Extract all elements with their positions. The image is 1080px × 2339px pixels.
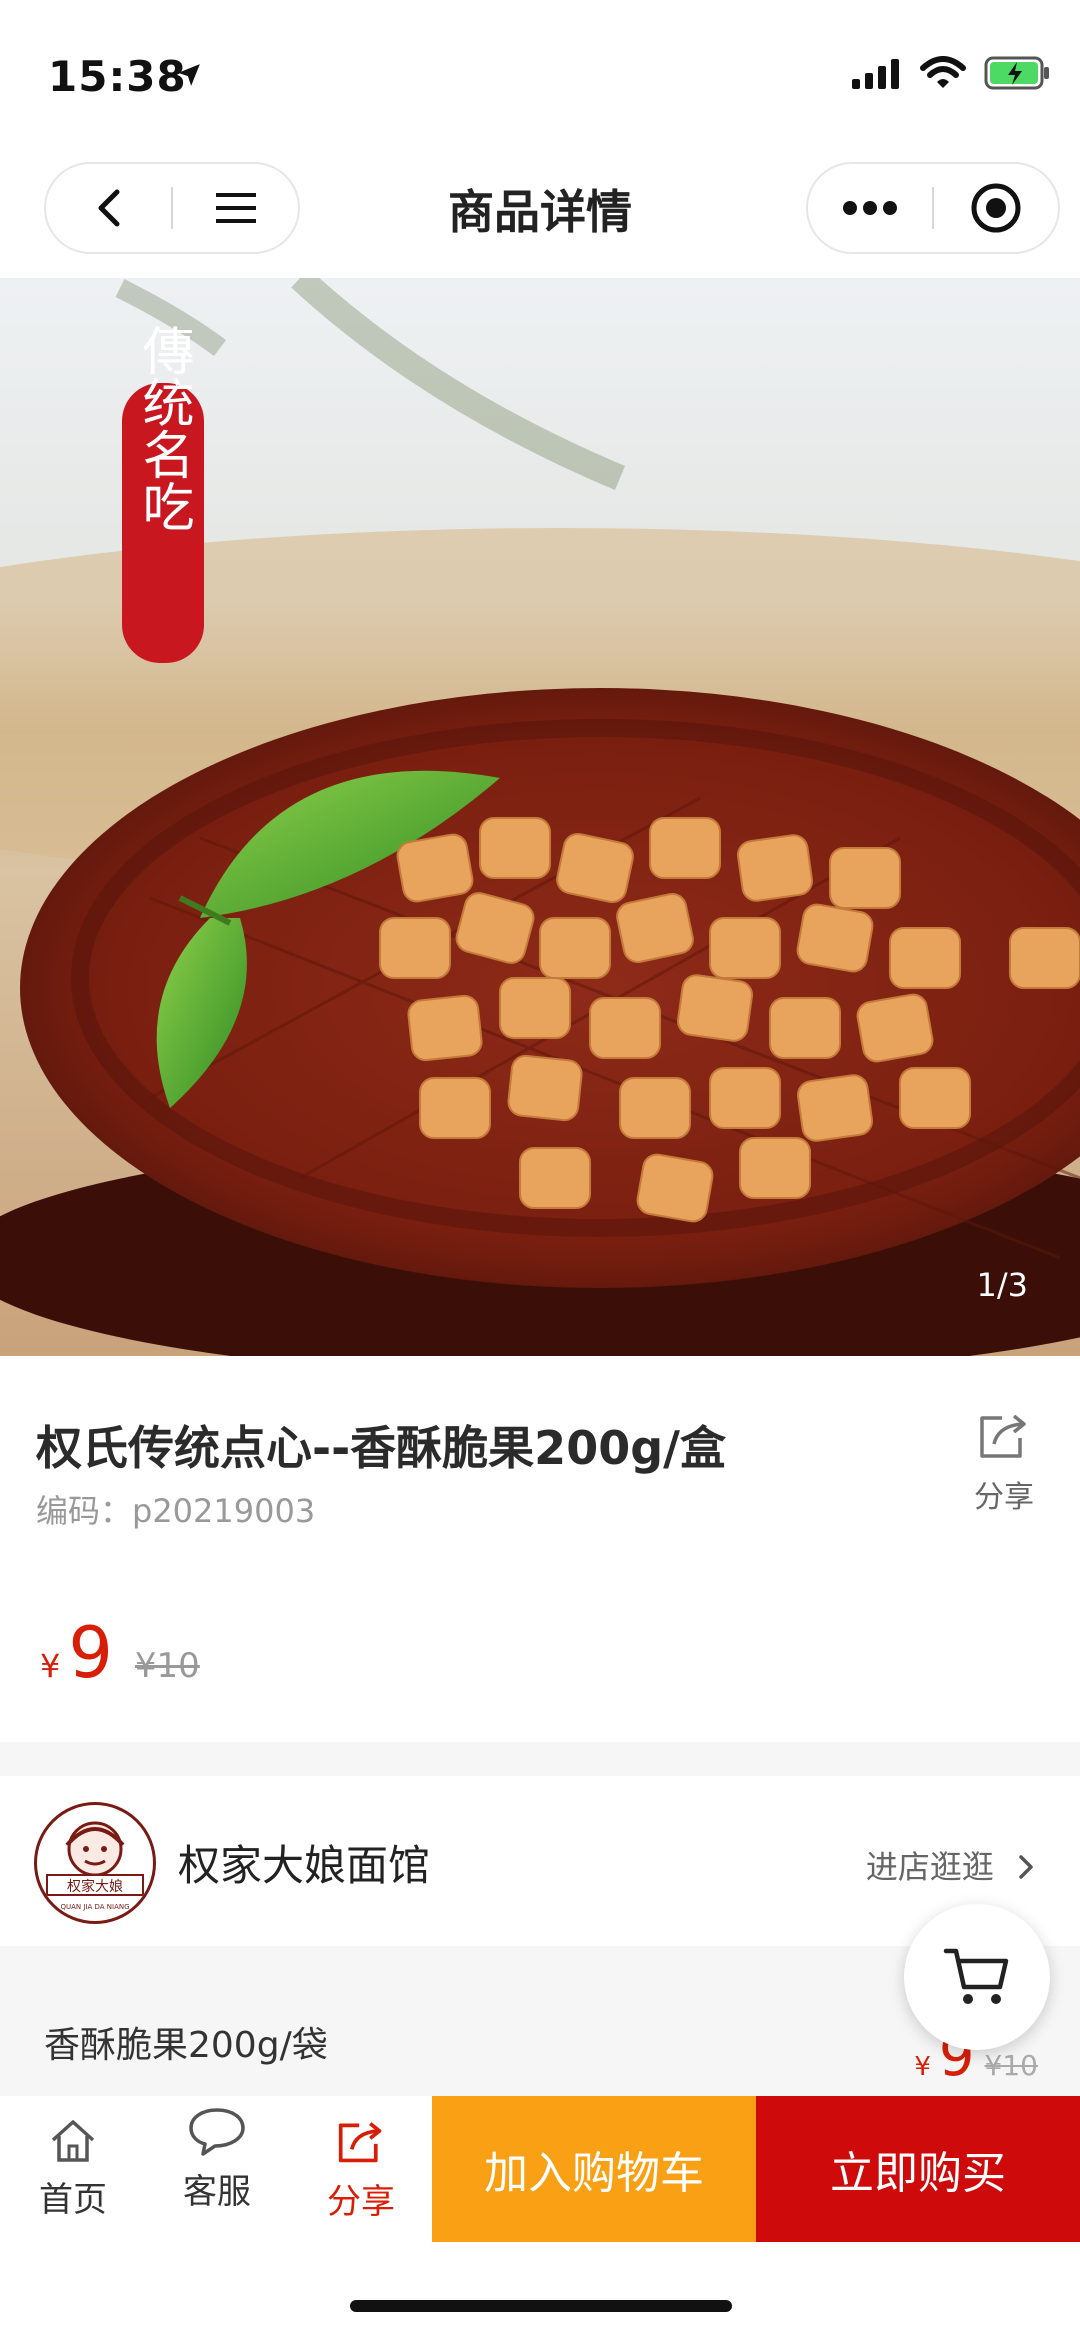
home-indicator[interactable] <box>350 2300 732 2312</box>
carousel-counter: 1/3 <box>976 1266 1029 1304</box>
add-to-cart-button[interactable]: 加入购物车 <box>432 2096 756 2242</box>
shop-logo: 权家大娘 QUAN JIA DA NIANG <box>34 1802 156 1924</box>
price-row: ¥ 9 ¥10 <box>40 1612 200 1694</box>
close-miniprogram-button[interactable] <box>934 164 1058 252</box>
product-code: 编码：p20219003 <box>36 1492 316 1530</box>
more-button[interactable] <box>808 164 932 252</box>
share-icon <box>338 2122 382 2163</box>
price-value: 9 <box>68 1612 113 1694</box>
product-info: 权氏传统点心--香酥脆果200g/盒 编码：p20219003 分享 ¥ 9 ¥… <box>0 1356 1080 1742</box>
status-indicators <box>852 56 1050 90</box>
buy-now-button[interactable]: 立即购买 <box>756 2096 1080 2242</box>
enter-shop-link[interactable]: 进店逛逛 <box>866 1842 1036 1888</box>
tab-customer-service-label: 客服 <box>183 2172 251 2212</box>
spec-original-price: ¥10 <box>984 2049 1038 2082</box>
product-image-carousel[interactable]: 傳统名吃 1/3 <box>0 278 1080 1356</box>
shop-logo-subtext: QUAN JIA DA NIANG <box>60 1903 129 1911</box>
shop-name: 权家大娘面馆 <box>178 1841 431 1890</box>
shop-logo-image: 权家大娘 QUAN JIA DA NIANG <box>46 1821 144 1911</box>
share-label: 分享 <box>974 1480 1034 1515</box>
product-photo: 傳统名吃 <box>0 278 1080 1356</box>
tab-share[interactable]: 分享 <box>306 2118 416 2223</box>
home-icon <box>51 2120 95 2162</box>
price-currency: ¥ <box>40 1647 61 1685</box>
cart-icon <box>943 1948 1009 2004</box>
nav-capsule-right <box>806 162 1060 254</box>
share-button[interactable]: 分享 <box>964 1410 1044 1516</box>
hero-badge-text: 傳统名吃 <box>133 324 194 532</box>
tab-customer-service[interactable]: 客服 <box>162 2106 272 2213</box>
chat-icon <box>189 2108 245 2156</box>
tab-home[interactable]: 首页 <box>18 2118 128 2221</box>
signal-icon <box>852 59 899 89</box>
chevron-right-icon <box>1019 1855 1033 1879</box>
bottom-action-bar: 首页 客服 分享 加入购物车 立即购买 <box>0 2096 1080 2242</box>
more-icon <box>843 201 897 215</box>
target-icon <box>971 183 1021 233</box>
home-indicator-area <box>0 2242 1080 2339</box>
shop-logo-text: 权家大娘 <box>67 1878 123 1895</box>
battery-icon <box>984 56 1049 90</box>
shop-row[interactable]: 权家大娘 QUAN JIA DA NIANG 权家大娘面馆 进店逛逛 <box>0 1776 1080 1946</box>
spec-name: 香酥脆果200g/袋 <box>44 2025 328 2066</box>
tab-share-label: 分享 <box>327 2182 395 2222</box>
original-price: ¥10 <box>134 1646 200 1686</box>
share-icon <box>980 1414 1026 1458</box>
tab-home-label: 首页 <box>39 2180 107 2220</box>
product-title: 权氏传统点心--香酥脆果200g/盒 <box>36 1421 726 1475</box>
status-bar: 15:38 <box>0 0 1080 150</box>
location-arrow-icon <box>178 64 200 86</box>
wifi-icon <box>920 56 966 88</box>
nav-bar: 商品详情 <box>0 150 1080 278</box>
spec-currency: ¥ <box>914 2052 931 2082</box>
enter-shop-label: 进店逛逛 <box>865 1848 994 1886</box>
status-time: 15:38 <box>48 52 187 101</box>
floating-cart-button[interactable] <box>904 1904 1050 2050</box>
